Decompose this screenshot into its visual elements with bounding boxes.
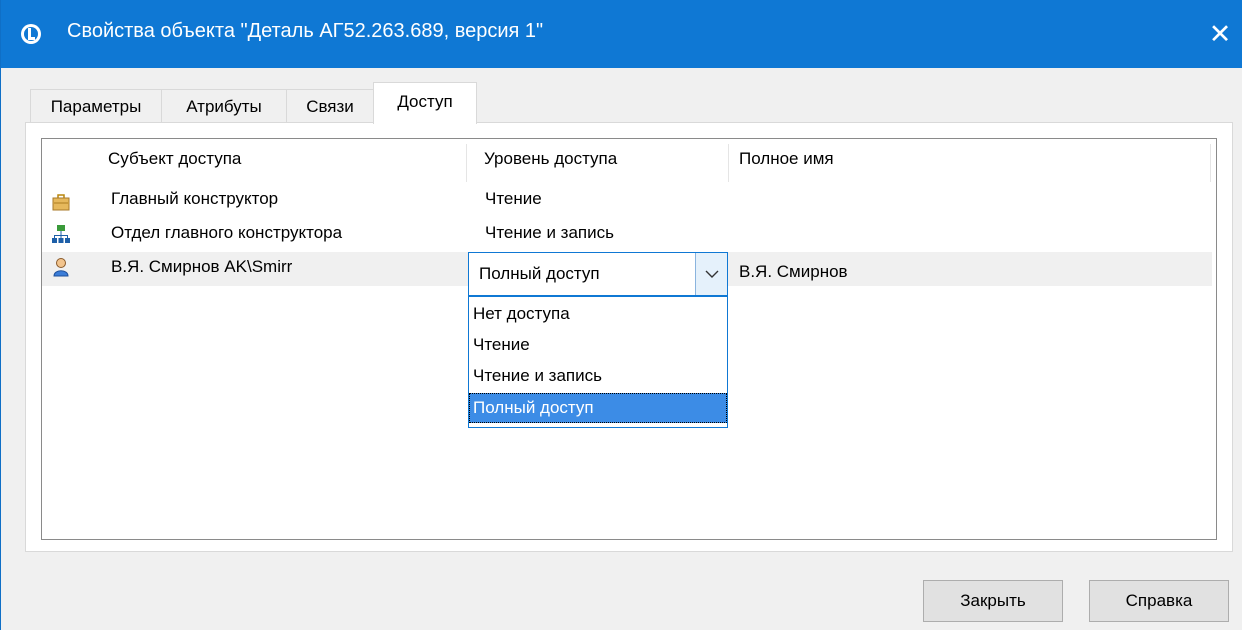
tab-label: Доступ <box>397 92 453 111</box>
option-no-access[interactable]: Нет доступа <box>469 299 727 329</box>
column-divider[interactable] <box>466 144 467 182</box>
column-divider[interactable] <box>1210 144 1211 182</box>
access-level-select[interactable]: Полный доступ <box>468 252 728 296</box>
tab-links[interactable]: Связи <box>286 89 374 123</box>
user-icon <box>53 258 69 277</box>
close-button[interactable]: Закрыть <box>923 580 1063 622</box>
briefcase-icon <box>52 194 70 211</box>
option-full-access[interactable]: Полный доступ <box>469 393 727 423</box>
chevron-down-icon <box>705 270 719 278</box>
option-read-write[interactable]: Чтение и запись <box>469 361 727 391</box>
column-header-subject[interactable]: Субъект доступа <box>108 149 241 169</box>
org-structure-icon <box>52 225 70 243</box>
close-icon: ✕ <box>1208 19 1232 49</box>
access-level-dropdown: Нет доступа Чтение Чтение и запись Полны… <box>468 296 728 428</box>
subject-name: Отдел главного конструктора <box>111 223 343 242</box>
dropdown-button[interactable] <box>695 253 727 295</box>
table-row[interactable]: Главный конструктор Чтение <box>42 184 1212 218</box>
subject-name: В.Я. Смирнов AK\Smirr <box>111 257 293 276</box>
app-logo-icon <box>21 24 41 44</box>
tab-label: Связи <box>306 97 354 116</box>
column-header-full-name[interactable]: Полное имя <box>739 149 834 169</box>
close-window-button[interactable]: ✕ <box>1197 10 1242 58</box>
access-level: Чтение и запись <box>485 223 614 242</box>
column-divider[interactable] <box>728 144 729 182</box>
access-level: Чтение <box>485 189 542 208</box>
tab-label: Параметры <box>50 97 142 116</box>
access-level-value: Полный доступ <box>479 264 600 283</box>
tab-attributes[interactable]: Атрибуты <box>161 89 287 123</box>
tab-access[interactable]: Доступ <box>373 82 477 124</box>
tab-parameters[interactable]: Параметры <box>30 89 162 123</box>
full-name: В.Я. Смирнов <box>739 262 848 281</box>
properties-dialog: Свойства объекта "Деталь АГ52.263.689, в… <box>0 0 1242 630</box>
subject-name: Главный конструктор <box>111 189 279 208</box>
table-row[interactable]: Отдел главного конструктора Чтение и зап… <box>42 218 1212 252</box>
help-button[interactable]: Справка <box>1089 580 1229 622</box>
title-bar[interactable]: Свойства объекта "Деталь АГ52.263.689, в… <box>1 0 1242 68</box>
window-title: Свойства объекта "Деталь АГ52.263.689, в… <box>67 20 544 42</box>
option-read[interactable]: Чтение <box>469 330 727 360</box>
column-header-level[interactable]: Уровень доступа <box>484 149 617 169</box>
tab-label: Атрибуты <box>186 97 262 116</box>
